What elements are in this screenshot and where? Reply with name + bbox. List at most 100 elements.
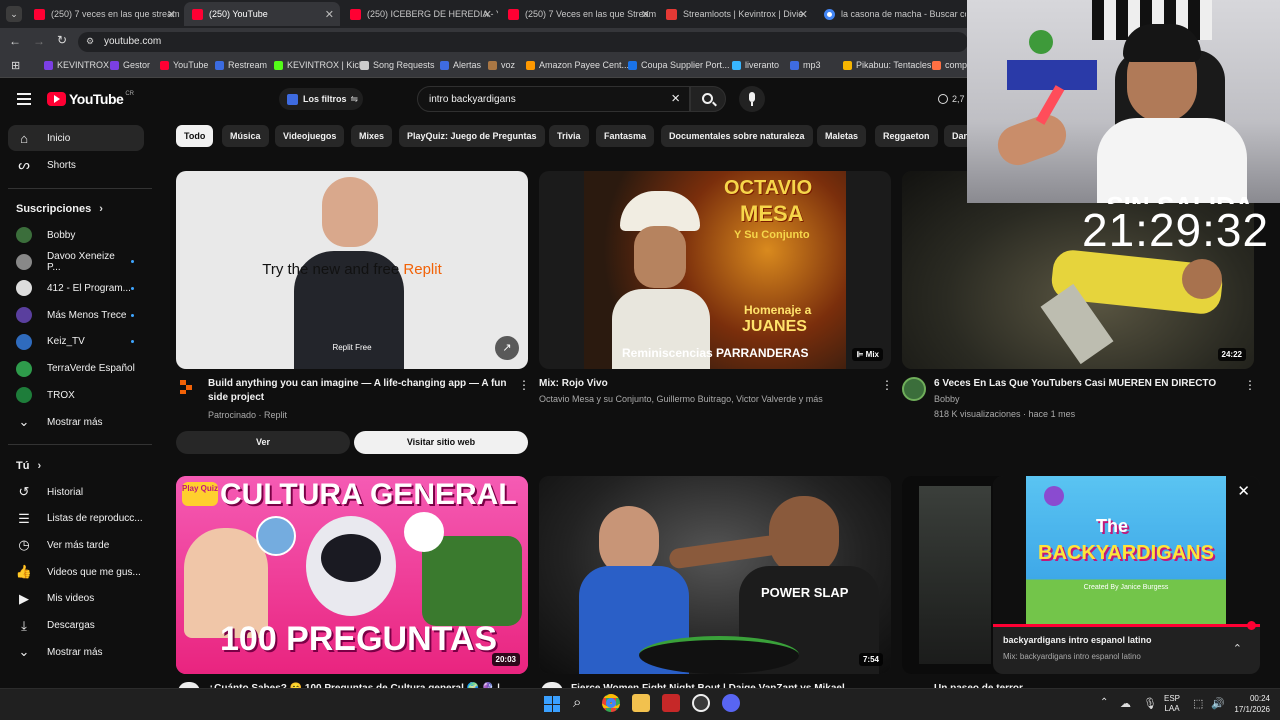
clear-search-icon[interactable]: × [671,90,680,107]
close-tab-icon[interactable]: ✕ [325,8,334,21]
apps-grid-icon[interactable]: ⊞ [11,59,20,72]
system-clock[interactable]: 00:24 17/1/2026 [1226,693,1270,715]
video-thumbnail-cultura-general[interactable]: Play Quiz CULTURA GENERAL 100 PREGUNTAS … [176,476,528,674]
filter-chip[interactable]: Maletas [817,125,867,147]
reload-icon[interactable]: ↻ [57,33,67,47]
voice-search-button[interactable] [739,86,765,112]
filter-chip[interactable]: Documentales sobre naturaleza [661,125,813,147]
close-tab-icon[interactable]: ✕ [167,8,176,21]
filter-chip[interactable]: Videojuegos [275,125,345,147]
search-input[interactable]: intro backyardigans [429,94,516,105]
more-options-icon[interactable]: ⋮ [518,378,530,392]
video-title-rojo-vivo[interactable]: Mix: Rojo Vivo [539,377,859,391]
bookmark-item[interactable]: YouTube [160,60,208,70]
youtube-logo[interactable]: YouTube CR [47,91,134,107]
video-title-replit[interactable]: Build anything you can imagine — A life-… [208,377,508,405]
filters-button[interactable]: Los filtros ⇋ [279,88,363,110]
forward-icon[interactable]: → [33,34,45,48]
volume-icon[interactable]: 🔊 [1211,697,1225,710]
discord-icon[interactable] [722,694,740,712]
bookmark-item[interactable]: Coupa Supplier Port... [628,60,730,70]
bookmark-item[interactable]: Restream [215,60,267,70]
tray-cloud-icon[interactable]: ☁ [1120,697,1131,710]
filter-chip[interactable]: Mixes [351,125,393,147]
media-app-icon[interactable] [662,694,680,712]
show-more-you[interactable]: ⌄ Mostrar más [8,639,144,665]
close-tab-icon[interactable]: ✕ [641,8,650,21]
subscription-item[interactable]: Más Menos Trece [8,302,144,328]
site-info-icon[interactable]: ⚙ [86,36,94,47]
close-tab-icon[interactable]: ✕ [483,8,492,21]
expand-miniplayer-icon[interactable]: ⌃ [1233,642,1242,655]
file-explorer-icon[interactable] [632,694,650,712]
subscription-item[interactable]: TerraVerde Español [8,356,144,382]
video-thumbnail-power-slap[interactable]: POWER SLAP 7:54 [539,476,891,674]
replit-channel-icon[interactable] [180,380,194,394]
subscriptions-heading[interactable]: Suscripciones › [16,203,103,215]
you-item[interactable]: ⤓ Descargas [8,613,144,639]
tray-chevron-icon[interactable]: ⌃ [1100,697,1108,708]
bookmark-item[interactable]: Pikabuu: Tentacles... [843,60,939,70]
bookmark-item[interactable]: voz [488,60,515,70]
sidebar-item-inicio[interactable]: ⌂ Inicio [8,125,144,151]
open-external-icon[interactable]: ↗ [495,336,519,360]
subscription-item[interactable]: Bobby [8,222,144,248]
watch-ad-button[interactable]: Ver [176,431,350,454]
bookmark-item[interactable]: Song Requests [360,60,435,70]
search-button[interactable] [690,86,726,112]
show-more-subscriptions[interactable]: ⌄ Mostrar más [8,409,144,435]
channel-name-bobby[interactable]: Bobby [934,394,960,404]
subscription-item[interactable]: TROX [8,382,144,408]
tray-mic-icon[interactable]: 🎙 [1143,697,1157,710]
bookmark-item[interactable]: Alertas [440,60,481,70]
visit-site-button[interactable]: Visitar sitio web [354,431,528,454]
tab-6[interactable]: la casona de macha - Buscar co [816,2,966,26]
header-right-count[interactable]: 2,7 [938,88,965,110]
more-options-icon[interactable]: ⋮ [1244,378,1256,392]
omnibox[interactable]: ⚙ youtube.com [78,32,968,52]
bookmark-item[interactable]: mp3 [790,60,821,70]
miniplayer-video[interactable]: The BACKYARDIGANS Created By Janice Burg… [993,476,1260,624]
miniplayer[interactable]: The BACKYARDIGANS Created By Janice Burg… [993,476,1260,674]
video-thumbnail-rojo-vivo[interactable]: OCTAVIO MESA Y Su Conjunto Homenaje a JU… [539,171,891,369]
you-item[interactable]: ◷ Ver más tarde [8,532,144,558]
back-icon[interactable]: ← [9,34,21,48]
network-icon[interactable]: ⬚ [1193,697,1203,710]
bookmark-item[interactable]: Amazon Payee Cent... [526,60,629,70]
bookmark-item[interactable]: Gestor [110,60,150,70]
bookmark-item[interactable]: liveranto [732,60,779,70]
you-item[interactable]: ☰ Listas de reproducc... [8,506,144,532]
miniplayer-progress[interactable] [993,621,1260,630]
search-box[interactable]: intro backyardigans × [417,86,690,112]
subscription-item[interactable]: 412 - El Program... [8,275,144,301]
you-item[interactable]: ↺ Historial [8,479,144,505]
sidebar-item-shorts[interactable]: ᔕ Shorts [8,152,144,178]
bookmark-item[interactable]: KEVINTROX | Kick [274,60,363,70]
filter-chip[interactable]: Música [222,125,269,147]
start-icon[interactable] [544,696,560,712]
video-thumbnail-replit[interactable]: Try the new and free Replit Replit Free … [176,171,528,369]
subscription-item[interactable]: Davoo Xeneize P... [8,249,144,275]
bookmark-item[interactable]: KEVINTROX [44,60,109,70]
language-indicator[interactable]: ESP LAA [1164,694,1180,714]
filter-chip[interactable]: PlayQuiz: Juego de Preguntas [399,125,545,147]
video-title-youtubers[interactable]: 6 Veces En Las Que YouTubers Casi MUEREN… [934,377,1234,391]
taskbar-search-icon[interactable]: ⌕ [573,694,581,711]
filter-chip[interactable]: Fantasma [596,125,655,147]
filter-chip[interactable]: Reggaeton [875,125,938,147]
you-heading[interactable]: Tú › [16,460,41,472]
tab-4[interactable]: (250) 7 Veces en las que Stream ✕ [500,2,656,26]
close-tab-icon[interactable]: ✕ [799,8,808,21]
close-miniplayer-icon[interactable]: ✕ [1237,482,1250,500]
filter-chip[interactable]: Todo [176,125,214,147]
bookmark-item[interactable]: comp [932,60,967,70]
chrome-icon[interactable] [602,694,620,712]
tab-search-button[interactable]: ⌄ [6,6,22,22]
tab-3[interactable]: (250) ICEBERG DE HEREDIA - Y ✕ [342,2,498,26]
channel-avatar-bobby[interactable] [902,377,926,401]
subscription-item[interactable]: Keiz_TV [8,329,144,355]
tab-5[interactable]: Streamloots | Kevintrox | Divie ✕ [658,2,814,26]
more-options-icon[interactable]: ⋮ [881,378,893,392]
you-item[interactable]: ▶ Mis videos [8,586,144,612]
obs-icon[interactable] [692,694,710,712]
